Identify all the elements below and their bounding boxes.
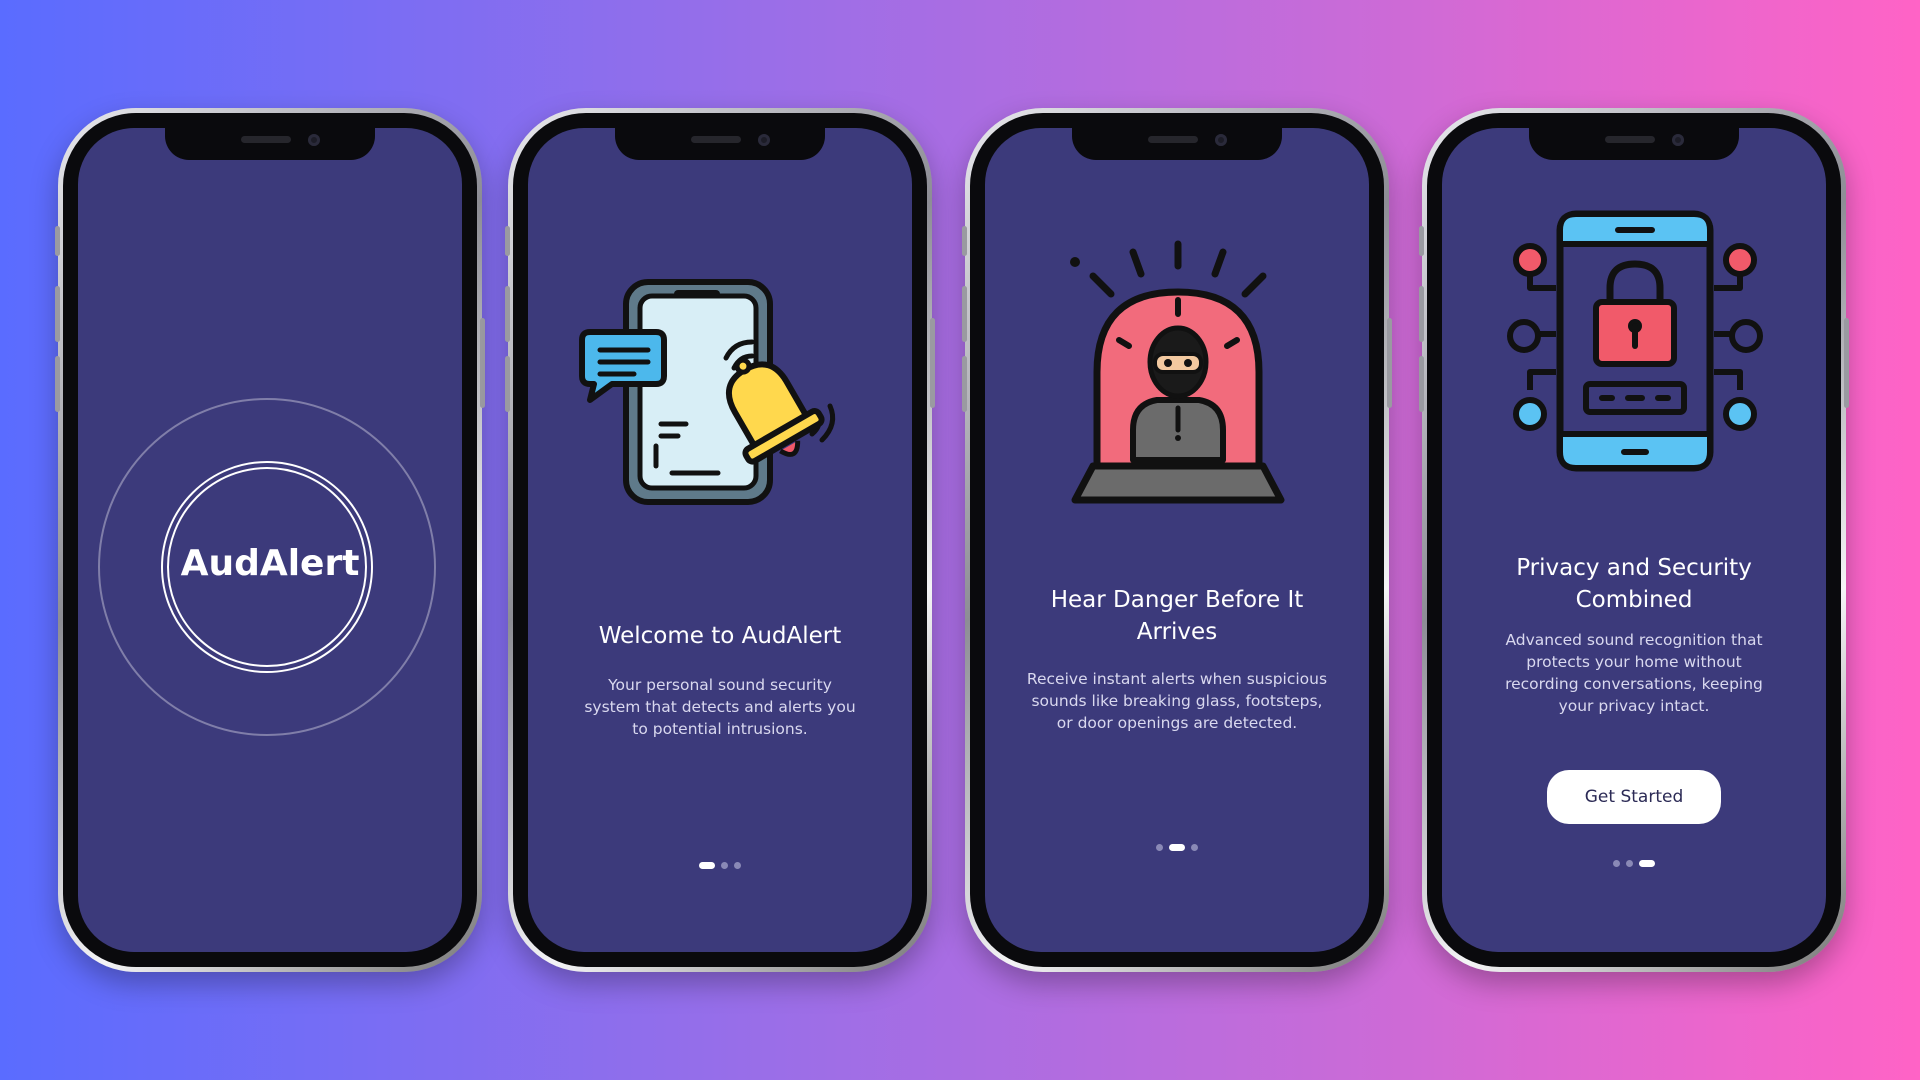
side-button — [1419, 226, 1424, 256]
page-dot[interactable] — [721, 862, 728, 869]
camera-icon — [758, 134, 770, 146]
screen-description: Your personal sound security system that… — [584, 676, 856, 738]
screen-description: Receive instant alerts when suspicious s… — [1026, 670, 1328, 732]
page-dot-active[interactable] — [1169, 844, 1185, 851]
side-button — [55, 226, 60, 256]
side-button — [505, 226, 510, 256]
page-dot[interactable] — [1613, 860, 1620, 867]
onboarding-screen-welcome: Welcome to AudAlert Your personal sound … — [528, 128, 912, 952]
camera-icon — [1215, 134, 1227, 146]
side-button — [1844, 318, 1849, 408]
get-started-button[interactable]: Get Started — [1547, 770, 1721, 824]
phone-mockup-4: Privacy and Security Combined Advanced s… — [1419, 108, 1849, 972]
screen-title: Hear Danger Before It Arrives — [985, 584, 1369, 648]
phone-mockup-2: Welcome to AudAlert Your personal sound … — [505, 108, 935, 972]
side-button — [1387, 318, 1392, 408]
onboarding-screen-privacy: Privacy and Security Combined Advanced s… — [1442, 128, 1826, 952]
phone-mockup-1: AudAlert — [55, 108, 485, 972]
screen-description: Advanced sound recognition that protects… — [1505, 631, 1763, 715]
side-button — [962, 226, 967, 256]
side-button — [505, 286, 510, 342]
screen-title: Privacy and Security Combined — [1442, 552, 1826, 616]
page-dot[interactable] — [1156, 844, 1163, 851]
phone-notch — [165, 128, 375, 160]
intruder-alarm-icon — [1070, 240, 1285, 504]
phone-bell-notification-icon — [579, 279, 836, 505]
side-button — [55, 286, 60, 342]
screen-title-line: Combined — [1575, 587, 1693, 613]
side-button — [1419, 286, 1424, 342]
side-button — [505, 356, 510, 412]
page-indicator — [985, 844, 1369, 851]
side-button — [55, 356, 60, 412]
screen-title-line: Arrives — [1136, 619, 1218, 645]
page-dot[interactable] — [1191, 844, 1198, 851]
phone-mockup-3: Hear Danger Before It Arrives Receive in… — [962, 108, 1392, 972]
page-dot[interactable] — [734, 862, 741, 869]
side-button — [930, 318, 935, 408]
page-dot[interactable] — [1626, 860, 1633, 867]
page-indicator — [1442, 860, 1826, 867]
screen-title-line: Privacy and Security — [1516, 555, 1752, 581]
camera-icon — [308, 134, 320, 146]
camera-icon — [1672, 134, 1684, 146]
phone-notch — [1529, 128, 1739, 160]
side-button — [1419, 356, 1424, 412]
app-logo-text: AudAlert — [180, 543, 360, 584]
screen-title: Welcome to AudAlert — [598, 623, 842, 649]
side-button — [480, 318, 485, 408]
page-dot-active[interactable] — [699, 862, 715, 869]
screen-title-line: Hear Danger Before It — [1050, 587, 1304, 613]
phone-lock-security-icon — [1507, 210, 1763, 472]
side-button — [962, 286, 967, 342]
phone-notch — [1072, 128, 1282, 160]
page-dot-active[interactable] — [1639, 860, 1655, 867]
page-indicator — [528, 862, 912, 869]
onboarding-screen-danger: Hear Danger Before It Arrives Receive in… — [985, 128, 1369, 952]
side-button — [962, 356, 967, 412]
phone-notch — [615, 128, 825, 160]
splash-screen: AudAlert — [78, 128, 462, 952]
